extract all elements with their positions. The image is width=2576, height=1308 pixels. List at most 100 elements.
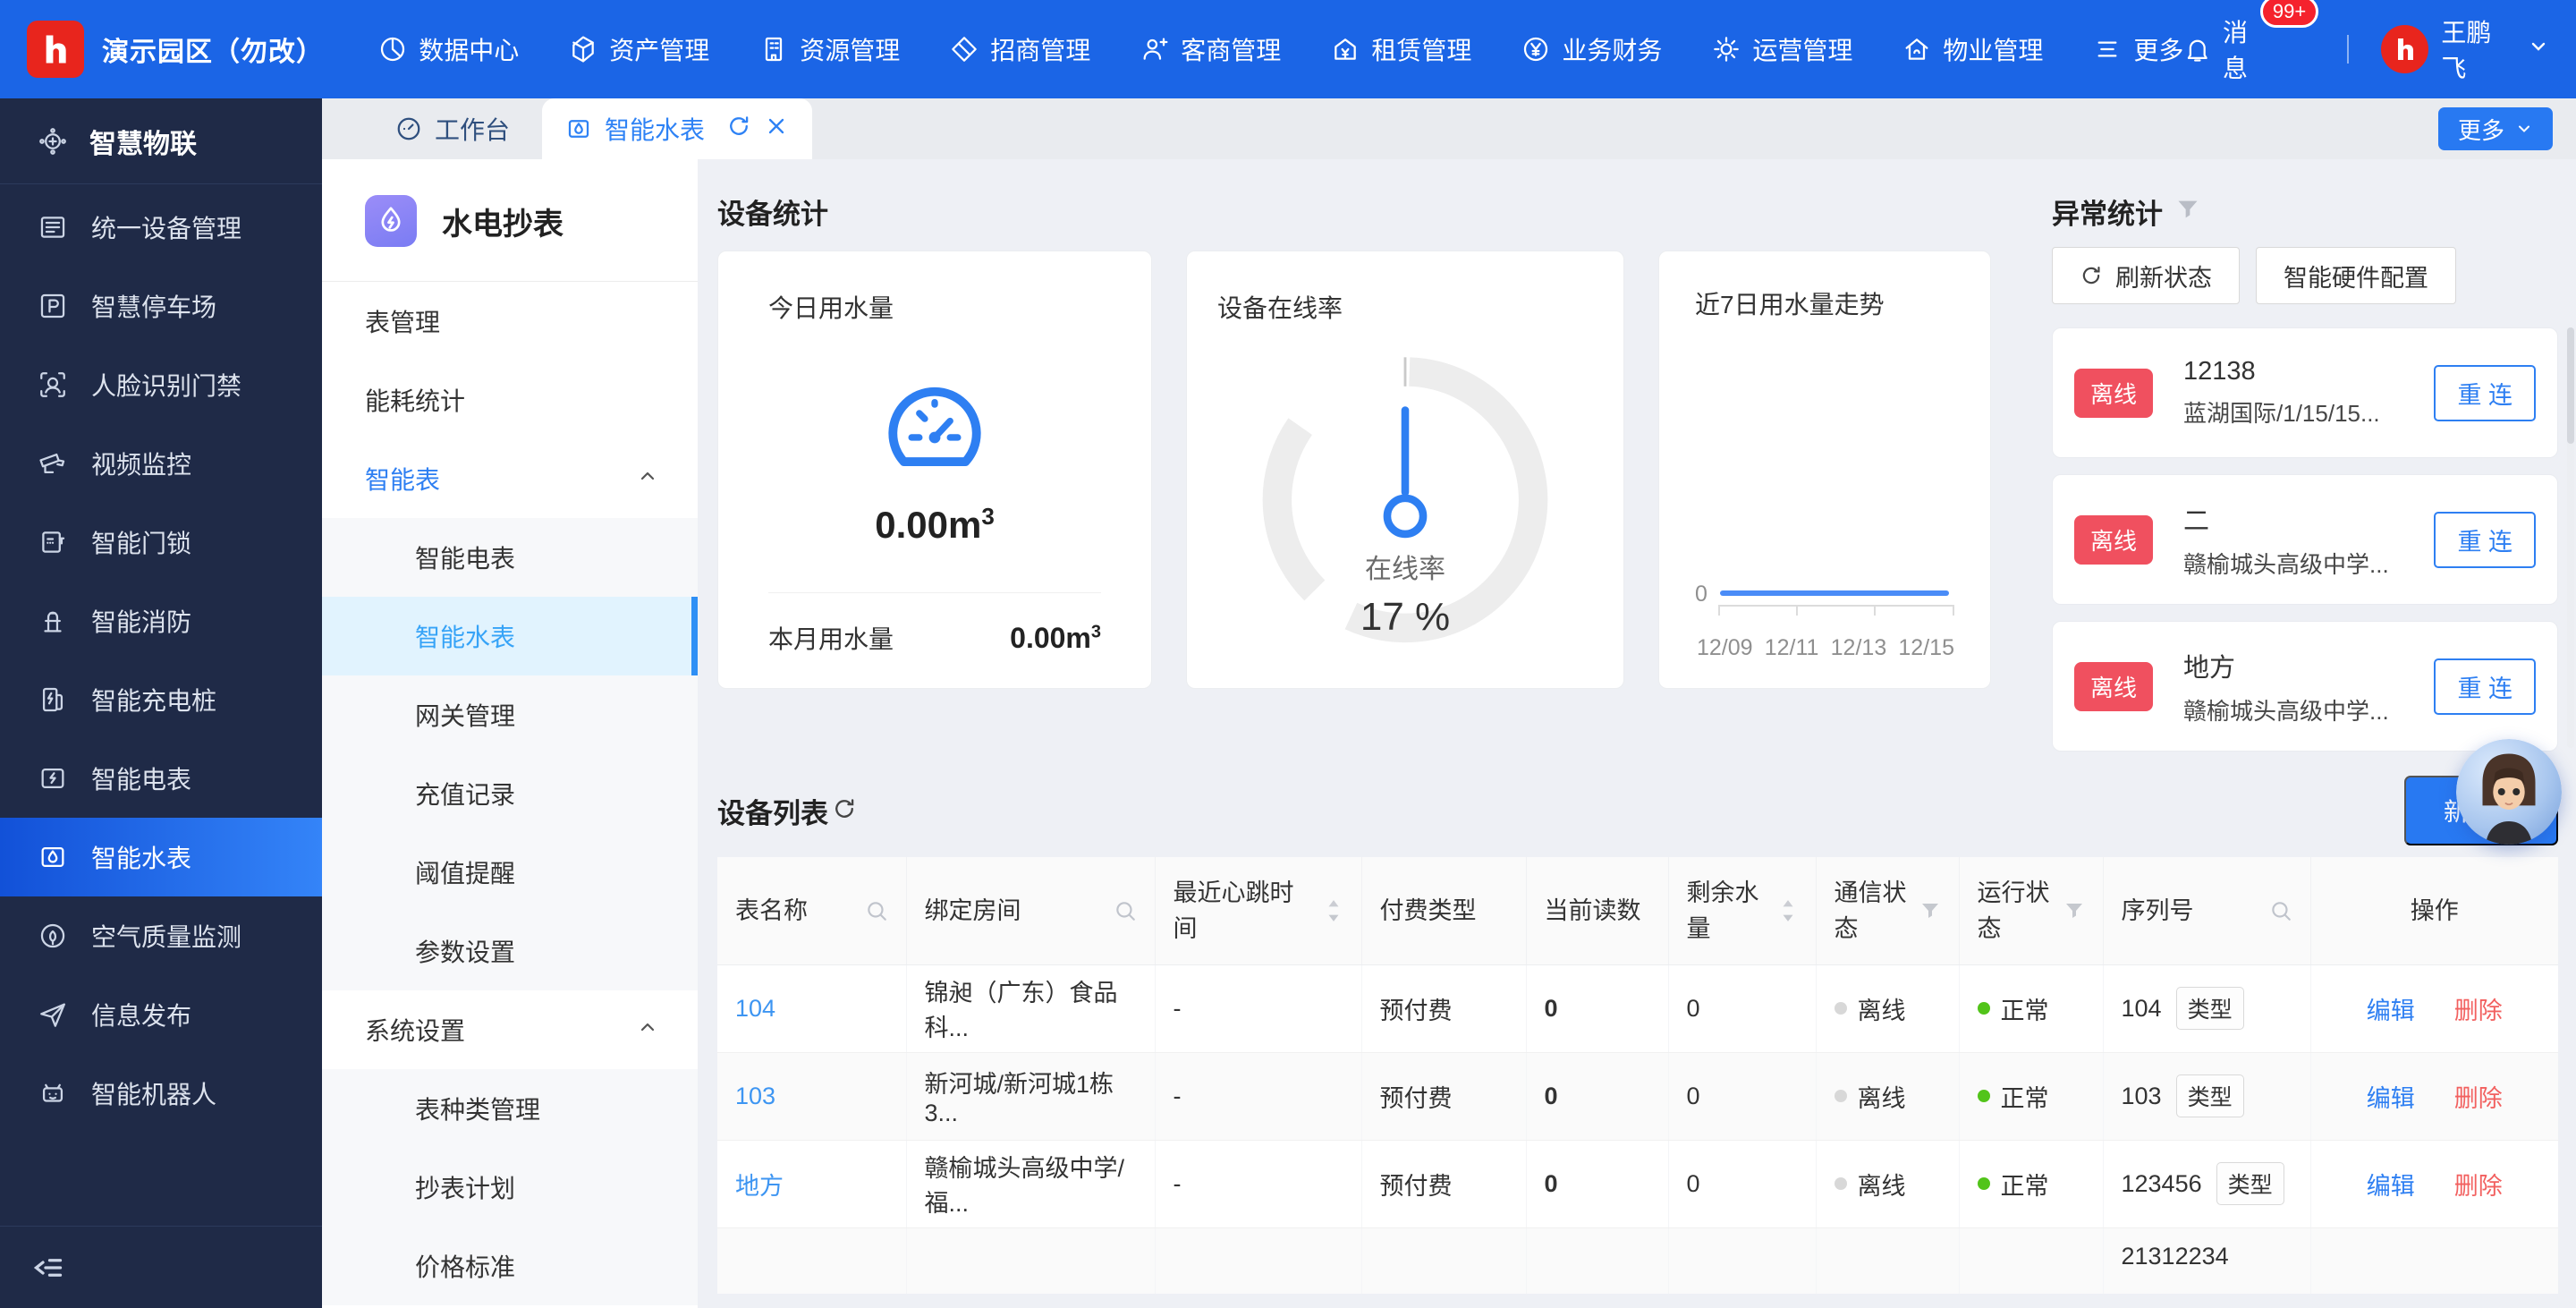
sidebar-item-robot[interactable]: 智能机器人 <box>0 1054 322 1133</box>
tabs-more-button[interactable]: 更多 <box>2438 107 2553 150</box>
menu-item-system-settings[interactable]: 系统设置 <box>322 990 698 1069</box>
nav-finance[interactable]: 业务财务 <box>1521 31 1662 67</box>
filter-icon[interactable] <box>2175 197 2200 226</box>
sidebar-item-parking[interactable]: 智慧停车场 <box>0 267 322 345</box>
sidebar-item-door-lock[interactable]: 智能门锁 <box>0 503 322 582</box>
device-table: 表名称 绑定房间 最近心跳时间 付费类型 当前读数 剩余水量 通信状态 运行状态 <box>717 857 2558 1294</box>
nav-lease-mgmt[interactable]: 租赁管理 <box>1331 31 1471 67</box>
cube-icon <box>569 35 597 64</box>
edit-button[interactable]: 编辑 <box>2367 991 2415 1026</box>
abnormal-device-card: 离线 12138 蓝湖国际/1/15/15... 重 连 <box>2052 327 2558 458</box>
axis-tick <box>1874 605 1876 616</box>
submenu-item-params[interactable]: 参数设置 <box>322 912 698 990</box>
camera-icon <box>38 448 68 479</box>
delete-button[interactable]: 删除 <box>2454 1079 2503 1114</box>
submenu-item-price-standard[interactable]: 价格标准 <box>322 1227 698 1305</box>
meter-name-link[interactable]: 103 <box>735 1083 775 1109</box>
sidebar-item-face-access[interactable]: 人脸识别门禁 <box>0 345 322 424</box>
app-menu-list: 表管理 能耗统计 智能表 智能电表 智能水表 网关管理 充值记录 阈值提醒 <box>322 282 698 1305</box>
type-tag[interactable]: 类型 <box>2176 1074 2244 1117</box>
meter-name-link[interactable]: 104 <box>735 995 775 1022</box>
submenu-item-reading-plan[interactable]: 抄表计划 <box>322 1148 698 1227</box>
refresh-status-button[interactable]: 刷新状态 <box>2052 247 2240 304</box>
nav-operations[interactable]: 运营管理 <box>1712 31 1852 67</box>
content: 水电抄表 表管理 能耗统计 智能表 智能电表 智能水表 网关管理 <box>322 159 2576 1308</box>
tab-close-icon[interactable] <box>764 114 789 145</box>
type-tag[interactable]: 类型 <box>2176 987 2244 1030</box>
meter-name-link[interactable]: 地方 <box>735 1173 784 1200</box>
delete-button[interactable]: 删除 <box>2454 991 2503 1026</box>
trend-plot-body <box>1718 590 1954 621</box>
sidebar-item-w-meter[interactable]: 智能水表 <box>0 818 322 896</box>
nav-investment-mgmt[interactable]: 招商管理 <box>950 31 1090 67</box>
tab-smart-water-meter[interactable]: 智能水表 <box>542 98 812 159</box>
hardware-config-button[interactable]: 智能硬件配置 <box>2256 247 2456 304</box>
tab-refresh-icon[interactable] <box>726 114 751 145</box>
user-name: 王鹏飞 <box>2441 13 2515 85</box>
submenu-item-w-meter[interactable]: 智能水表 <box>322 597 698 675</box>
water-meter-icon <box>565 115 592 142</box>
device-list-title: 设备列表 <box>717 791 828 830</box>
nav-asset-mgmt[interactable]: 资产管理 <box>569 31 709 67</box>
col-run-status[interactable]: 运行状态 <box>1959 857 2103 964</box>
sidebar-item-video[interactable]: 视频监控 <box>0 424 322 503</box>
sidebar-item-info-publish[interactable]: 信息发布 <box>0 975 322 1054</box>
col-remaining-water[interactable]: 剩余水量 <box>1668 857 1816 964</box>
sidebar-item-fire[interactable]: 智能消防 <box>0 582 322 660</box>
sidebar-item-charging[interactable]: 智能充电桩 <box>0 660 322 739</box>
menu-item-energy-stats[interactable]: 能耗统计 <box>322 361 698 439</box>
delete-button[interactable]: 删除 <box>2454 1167 2503 1202</box>
sidebar-item-device-mgmt[interactable]: 统一设备管理 <box>0 188 322 267</box>
col-meter-name[interactable]: 表名称 <box>717 857 906 964</box>
sidebar-item-air-quality[interactable]: 空气质量监测 <box>0 896 322 975</box>
reconnect-button[interactable]: 重 连 <box>2434 658 2536 715</box>
refresh-icon[interactable] <box>828 796 857 826</box>
edit-button[interactable]: 编辑 <box>2367 1079 2415 1114</box>
reconnect-button[interactable]: 重 连 <box>2434 365 2536 421</box>
assistant-avatar[interactable] <box>2456 739 2562 845</box>
collapse-icon[interactable] <box>32 1252 64 1284</box>
sidebar-item-e-meter[interactable]: 智能电表 <box>0 739 322 818</box>
search-icon <box>2269 899 2292 922</box>
submenu-item-meter-types[interactable]: 表种类管理 <box>322 1069 698 1148</box>
submenu-item-recharge[interactable]: 充值记录 <box>322 754 698 833</box>
device-stats-section: 设备统计 今日用水量 <box>717 191 2025 752</box>
edit-button[interactable]: 编辑 <box>2367 1167 2415 1202</box>
online-rate-value: 17 % <box>1187 595 1623 640</box>
menu-item-smart-meter[interactable]: 智能表 <box>322 439 698 518</box>
nav-resource-mgmt[interactable]: 资源管理 <box>759 31 900 67</box>
nav-data-center[interactable]: 数据中心 <box>378 31 519 67</box>
messages-button[interactable]: 消息 99+ <box>2183 13 2272 85</box>
offline-badge: 离线 <box>2074 515 2153 565</box>
submenu-item-e-meter[interactable]: 智能电表 <box>322 518 698 597</box>
brand[interactable]: 演示园区（勿改） <box>27 21 321 78</box>
device-list-header: 设备列表 新建表 <box>717 782 2558 839</box>
menu-item-meter-mgmt[interactable]: 表管理 <box>322 282 698 361</box>
submenu-item-threshold[interactable]: 阈值提醒 <box>322 833 698 912</box>
nav-property-mgmt[interactable]: 物业管理 <box>1902 31 2043 67</box>
col-bound-room[interactable]: 绑定房间 <box>906 857 1155 964</box>
reconnect-button[interactable]: 重 连 <box>2434 512 2536 568</box>
nav-more[interactable]: 更多 <box>2093 31 2183 67</box>
abnormal-actions: 刷新状态 智能硬件配置 <box>2052 247 2558 304</box>
col-comm-status[interactable]: 通信状态 <box>1816 857 1959 964</box>
offline-dot <box>1835 1090 1847 1102</box>
water-electric-app-icon <box>365 195 417 247</box>
col-last-heartbeat[interactable]: 最近心跳时间 <box>1155 857 1361 964</box>
scrollbar-thumb[interactable] <box>2567 327 2574 444</box>
submenu-item-gateway[interactable]: 网关管理 <box>322 675 698 754</box>
sort-icon <box>1778 897 1798 924</box>
nav-customer-mgmt[interactable]: 客商管理 <box>1140 31 1281 67</box>
type-tag[interactable]: 类型 <box>2216 1162 2284 1205</box>
device-name: 12138 <box>2183 357 2409 386</box>
col-serial[interactable]: 序列号 <box>2103 857 2310 964</box>
home-icon <box>1902 35 1931 64</box>
brand-logo-icon <box>27 21 84 78</box>
search-icon <box>865 899 888 922</box>
park-name: 演示园区（勿改） <box>102 30 321 69</box>
abnormal-title-row: 异常统计 <box>2052 191 2558 231</box>
user-menu[interactable]: 王鹏飞 <box>2381 13 2549 85</box>
offline-badge: 离线 <box>2074 662 2153 711</box>
serial-number: 21312234 <box>2122 1243 2229 1270</box>
tab-workbench[interactable]: 工作台 <box>363 98 542 159</box>
